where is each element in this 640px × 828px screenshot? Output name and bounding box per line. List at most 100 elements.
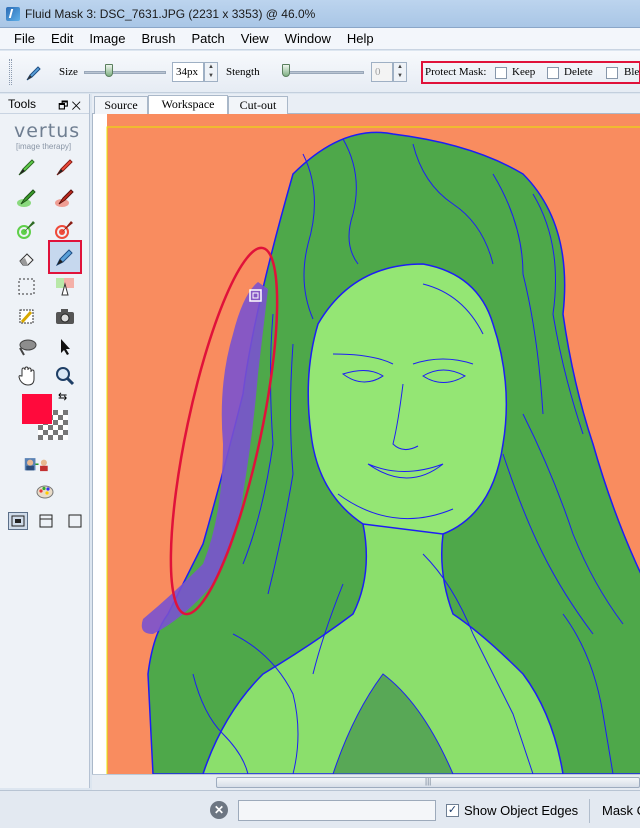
masked-image[interactable]: [93, 114, 640, 774]
view-mode-2-button[interactable]: [38, 513, 54, 529]
close-icon[interactable]: ✕: [71, 100, 81, 112]
menu-help[interactable]: Help: [339, 31, 382, 46]
brand-logo: vertus: [14, 120, 81, 142]
tab-workspace[interactable]: Workspace: [148, 95, 228, 114]
size-input[interactable]: 34px: [172, 62, 204, 82]
delete-local-brush-tool[interactable]: [52, 185, 78, 211]
horizontal-scrollbar[interactable]: |||: [92, 774, 640, 790]
red-target-brush-icon: [55, 221, 73, 239]
strength-input[interactable]: 0: [371, 62, 393, 82]
strength-label: Stength: [226, 66, 260, 78]
panel-controls: 🗗 ✕: [58, 97, 81, 116]
menu-file[interactable]: File: [6, 31, 43, 46]
marquee-icon: [18, 278, 35, 295]
eraser-icon: [19, 253, 34, 266]
keep-checkbox[interactable]: [495, 67, 507, 79]
menu-patch[interactable]: Patch: [183, 31, 232, 46]
float-icon[interactable]: 🗗: [58, 100, 68, 112]
strength-spinner[interactable]: ▲ ▼: [393, 62, 407, 82]
size-slider-thumb[interactable]: [105, 64, 113, 77]
stop-icon[interactable]: ✕: [210, 801, 228, 819]
brand-tagline: [image therapy]: [16, 142, 72, 151]
hand-tool[interactable]: [14, 363, 40, 389]
menu-edit[interactable]: Edit: [43, 31, 81, 46]
palette-icon: [36, 485, 54, 499]
image-compare-tool[interactable]: [24, 452, 50, 478]
smudge-tool[interactable]: [14, 334, 40, 360]
view-mode-3-button[interactable]: [67, 513, 83, 529]
green-target-brush-icon: [17, 221, 35, 239]
green-brush-icon: [18, 159, 35, 176]
red-blob-brush-icon: [55, 189, 74, 207]
keep-local-brush-tool[interactable]: [14, 185, 40, 211]
blend-checkbox[interactable]: [606, 67, 618, 79]
menu-view[interactable]: View: [233, 31, 277, 46]
tab-cut-out[interactable]: Cut-out: [228, 96, 288, 114]
camera-icon: [56, 309, 74, 324]
hand-icon: [18, 366, 35, 386]
workspace-canvas[interactable]: [92, 114, 640, 774]
progress-bar: [238, 800, 436, 821]
swap-colors-icon[interactable]: ⇆: [58, 390, 67, 403]
pointer-tool[interactable]: [52, 334, 78, 360]
view-overlay-icon: [11, 515, 25, 527]
menu-brush[interactable]: Brush: [134, 31, 184, 46]
person-swap-icon: [24, 458, 48, 472]
mask-cut-label[interactable]: Mask Cut: [602, 803, 640, 818]
scroll-grip-icon: |||: [425, 777, 432, 786]
strength-slider-track[interactable]: [282, 71, 364, 74]
snapshot-tool[interactable]: [52, 304, 78, 330]
patch-tool[interactable]: [52, 274, 78, 300]
zoom-tool[interactable]: [52, 363, 78, 389]
delete-label: Delete: [564, 66, 593, 78]
view-mode-1-button[interactable]: [8, 512, 28, 530]
horizontal-scrollbar-thumb[interactable]: |||: [216, 777, 640, 788]
delete-fill-tool[interactable]: [52, 215, 78, 241]
title-bar: Fluid Mask 3: DSC_7631.JPG (2231 x 3353)…: [0, 0, 640, 28]
protect-mask-label: Protect Mask:: [425, 66, 487, 78]
app-icon: [6, 6, 20, 21]
delete-brush-tool[interactable]: [52, 154, 78, 180]
status-bar: ✕ ✓ Show Object Edges Mask Cut: [0, 790, 640, 828]
delete-checkbox[interactable]: [547, 67, 559, 79]
tab-source[interactable]: Source: [94, 96, 148, 114]
eraser-tool[interactable]: [14, 245, 40, 271]
foreground-color-swatch[interactable]: [22, 394, 52, 424]
magnifier-icon: [56, 367, 75, 386]
blue-pen-icon: [55, 249, 73, 267]
status-separator: [589, 799, 590, 823]
size-slider-track[interactable]: [84, 71, 166, 74]
tools-header: Tools 🗗 ✕: [0, 94, 89, 114]
menu-image[interactable]: Image: [81, 31, 133, 46]
smudge-icon: [19, 339, 37, 356]
view-single-icon: [68, 514, 82, 528]
keep-brush-tool[interactable]: [14, 154, 40, 180]
menu-bar: File Edit Image Brush Patch View Window …: [0, 28, 640, 50]
size-label: Size: [59, 66, 78, 78]
show-object-edges-checkbox[interactable]: ✓: [446, 804, 459, 817]
view-tabs: Source Workspace Cut-out: [92, 94, 640, 114]
green-blob-brush-icon: [17, 189, 36, 207]
strength-slider-thumb[interactable]: [282, 64, 290, 77]
view-split-icon: [39, 514, 53, 528]
toolbar-grip[interactable]: [9, 59, 12, 85]
size-spinner[interactable]: ▲ ▼: [204, 62, 218, 82]
edge-pen-tool[interactable]: [48, 240, 82, 274]
tools-panel: Tools 🗗 ✕ vertus [image therapy] ⇆: [0, 94, 90, 788]
palette-tool[interactable]: [32, 479, 58, 505]
red-brush-icon: [56, 159, 73, 176]
keep-fill-tool[interactable]: [14, 215, 40, 241]
magic-wand-tool[interactable]: [14, 304, 40, 330]
wand-icon: [19, 309, 34, 324]
patch-icon: [56, 278, 74, 296]
selection-tool[interactable]: [14, 274, 40, 300]
edge-pen-icon: [26, 66, 41, 81]
blend-label: Ble: [624, 66, 640, 78]
tools-title: Tools: [8, 96, 37, 111]
arrow-cursor-icon: [61, 339, 70, 355]
window-title: Fluid Mask 3: DSC_7631.JPG (2231 x 3353)…: [25, 6, 316, 21]
show-object-edges-label: Show Object Edges: [464, 803, 579, 818]
keep-label: Keep: [512, 66, 536, 78]
face-keep-region: [307, 263, 508, 539]
menu-window[interactable]: Window: [277, 31, 339, 46]
